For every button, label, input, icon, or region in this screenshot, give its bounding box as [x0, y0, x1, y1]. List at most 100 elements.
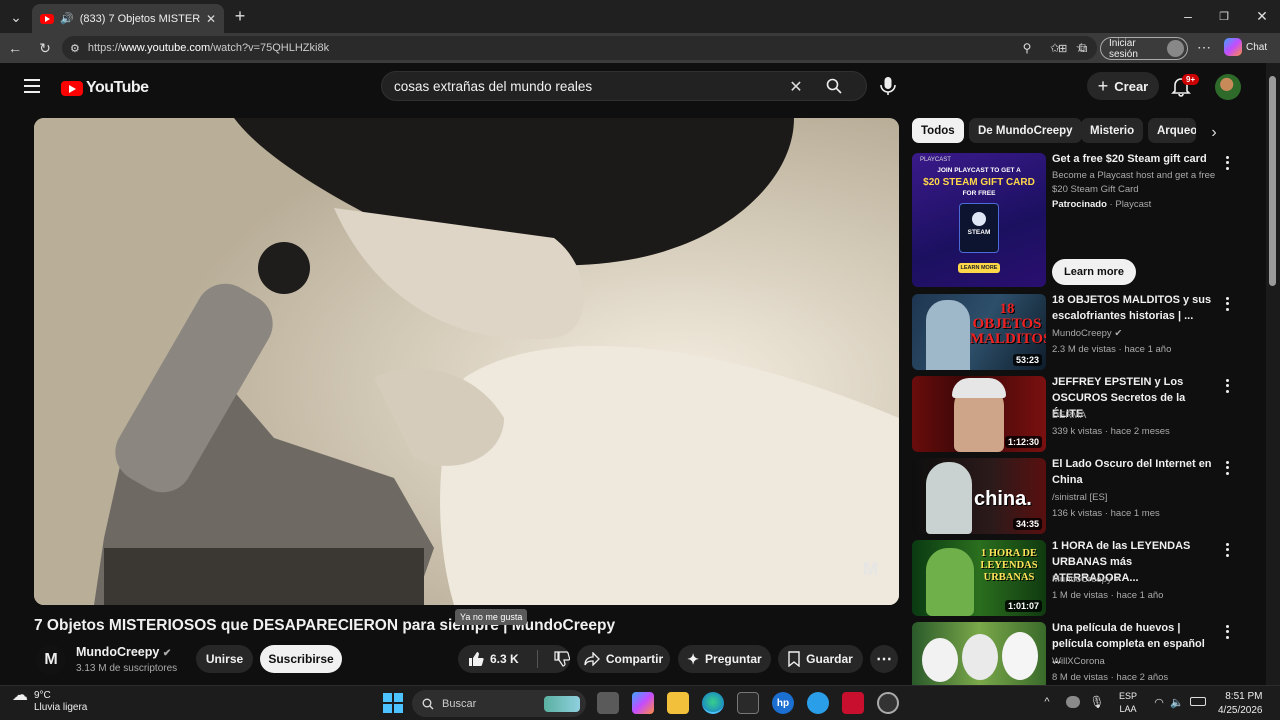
- search-icon[interactable]: [826, 78, 842, 94]
- chip-arqueologia[interactable]: Arqueo: [1148, 118, 1196, 143]
- copilot-app-icon[interactable]: [632, 692, 654, 714]
- recommended-video[interactable]: 1:12:30 JEFFREY EPSTEIN y Los OSCUROS Se…: [912, 376, 1242, 452]
- favorites-icon[interactable]: ✩: [1046, 39, 1064, 57]
- ad-thumbnail[interactable]: PLAYCAST JOIN PLAYCAST TO GET A $20 STEA…: [912, 153, 1046, 287]
- language-indicator[interactable]: ESP LAA: [1119, 690, 1137, 716]
- video-thumbnail[interactable]: 18 OBJETOS MALDITOS 53:23: [912, 294, 1046, 370]
- voice-search-icon[interactable]: [878, 75, 898, 97]
- restore-icon[interactable]: ❐: [1216, 8, 1232, 24]
- signin-button[interactable]: Iniciar sesión: [1100, 37, 1188, 60]
- browser-tab-bar: ⌄ 🔊 (833) 7 Objetos MISTERIOSOS ✕ + – ❐ …: [0, 0, 1280, 33]
- account-avatar[interactable]: [1215, 74, 1241, 100]
- search-input[interactable]: [394, 78, 784, 94]
- channel-name[interactable]: WillXCorona: [1052, 656, 1105, 667]
- video-thumbnail[interactable]: china. 34:35: [912, 458, 1046, 534]
- wifi-icon[interactable]: ◠: [1152, 695, 1166, 709]
- volume-icon[interactable]: 🔈: [1170, 695, 1184, 709]
- video-menu-icon[interactable]: [1222, 542, 1232, 558]
- collections-icon[interactable]: ⧉: [1074, 39, 1092, 57]
- microsoft-store-icon[interactable]: [737, 692, 759, 714]
- chip-misterio[interactable]: Misterio: [1081, 118, 1144, 143]
- taskbar-search[interactable]: Buscar: [412, 690, 586, 717]
- video-menu-icon[interactable]: [1222, 378, 1232, 394]
- save-button[interactable]: Guardar: [778, 645, 863, 673]
- close-tab-icon[interactable]: ✕: [206, 12, 216, 26]
- search-icon: [422, 698, 434, 709]
- chips-next-chevron-icon[interactable]: ›: [1206, 124, 1222, 142]
- tab-actions-chevron-icon[interactable]: ⌄: [6, 8, 26, 26]
- ad-learn-more-button[interactable]: Learn more: [1052, 259, 1136, 285]
- recommended-video[interactable]: Una película de huevos | película comple…: [912, 622, 1242, 685]
- speaker-icon[interactable]: 🔊: [60, 12, 74, 25]
- video-menu-icon[interactable]: [1222, 624, 1232, 640]
- save-label: Guardar: [806, 652, 853, 666]
- channel-name[interactable]: MundoCreepy ✔: [1052, 328, 1122, 339]
- channel-name[interactable]: MundoCreepy ✔: [76, 645, 171, 659]
- scrollbar-thumb[interactable]: [1269, 76, 1276, 286]
- share-label: Compartir: [605, 652, 664, 666]
- clear-search-icon[interactable]: ✕: [786, 77, 806, 97]
- temperature: 9°C: [34, 690, 51, 701]
- channel-watermark[interactable]: M: [863, 559, 885, 579]
- ad-menu-icon[interactable]: [1222, 155, 1232, 171]
- new-tab-icon[interactable]: +: [232, 6, 248, 26]
- extensions-icon[interactable]: ⚲: [1018, 39, 1036, 57]
- mcafee-icon[interactable]: [842, 692, 864, 714]
- minimize-icon[interactable]: –: [1180, 8, 1196, 24]
- show-hidden-icons-chevron-icon[interactable]: ^: [1040, 695, 1054, 709]
- more-horizontal-icon: ⋯: [876, 651, 892, 668]
- subscribe-button[interactable]: Suscribirse: [260, 645, 342, 673]
- file-explorer-icon[interactable]: [667, 692, 689, 714]
- copilot-chat-button[interactable]: Chat: [1224, 38, 1267, 56]
- dislike-button[interactable]: [554, 651, 570, 667]
- hp-app-icon[interactable]: hp: [772, 692, 794, 714]
- thumb-text: 18 OBJETOS MALDITOS: [970, 301, 1046, 347]
- reload-icon[interactable]: ↻: [36, 39, 54, 57]
- microphone-icon[interactable]: 🎙: [1089, 694, 1104, 710]
- video-thumbnail[interactable]: 1 HORA DE LEYENDAS URBANAS 1:01:07: [912, 540, 1046, 616]
- search-box[interactable]: ✕: [381, 71, 867, 101]
- youtube-logo[interactable]: YouTube: [61, 79, 149, 97]
- weather-widget[interactable]: ☁ 9°C Lluvia ligera: [12, 688, 87, 714]
- task-view-icon[interactable]: [597, 692, 619, 714]
- language-code: ESP: [1119, 691, 1138, 701]
- edge-browser-icon[interactable]: [702, 692, 724, 714]
- close-window-icon[interactable]: ✕: [1254, 8, 1270, 24]
- video-menu-icon[interactable]: [1222, 460, 1232, 476]
- logo-text: YouTube: [86, 79, 149, 96]
- site-info-icon[interactable]: ⚙: [70, 42, 80, 55]
- chip-de-mundocreepy[interactable]: De MundoCreepy: [969, 118, 1082, 143]
- address-bar[interactable]: ⚙ https://www.youtube.com/watch?v=75QHLH…: [62, 36, 1097, 60]
- battery-icon[interactable]: [1190, 697, 1206, 706]
- video-menu-icon[interactable]: [1222, 296, 1232, 312]
- weather-app-icon[interactable]: [807, 692, 829, 714]
- back-icon[interactable]: ←: [6, 39, 24, 57]
- system-clock[interactable]: 8:51 PM 4/25/2026: [1218, 690, 1263, 718]
- channel-avatar[interactable]: M: [36, 645, 66, 675]
- settings-app-icon[interactable]: [877, 692, 899, 714]
- more-options-icon[interactable]: ⋯: [1196, 38, 1212, 56]
- browser-tab-active[interactable]: 🔊 (833) 7 Objetos MISTERIOSOS ✕: [32, 4, 224, 33]
- recommended-video[interactable]: china. 34:35 El Lado Oscuro del Internet…: [912, 458, 1242, 534]
- recommended-video[interactable]: 18 OBJETOS MALDITOS 53:23 18 OBJETOS MAL…: [912, 294, 1242, 370]
- more-actions-button[interactable]: ⋯: [870, 645, 898, 673]
- recommended-video[interactable]: 1 HORA DE LEYENDAS URBANAS 1:01:07 1 HOR…: [912, 540, 1242, 616]
- video-player[interactable]: M: [34, 118, 899, 605]
- sponsored-ad[interactable]: PLAYCAST JOIN PLAYCAST TO GET A $20 STEA…: [912, 153, 1242, 288]
- like-button[interactable]: 6.3 K: [468, 651, 519, 667]
- join-label: Unirse: [205, 652, 244, 666]
- chip-todos[interactable]: Todos: [912, 118, 964, 143]
- create-button[interactable]: + Crear: [1087, 72, 1159, 100]
- ad-thumb-line1: JOIN PLAYCAST TO GET A: [937, 167, 1021, 174]
- join-button[interactable]: Unirse: [196, 645, 253, 673]
- channel-name[interactable]: DERMA: [1052, 410, 1086, 421]
- channel-name[interactable]: /sinistral [ES]: [1052, 492, 1107, 503]
- ask-button[interactable]: ✦ Preguntar: [678, 645, 771, 673]
- channel-name[interactable]: MundoCreepy ✔: [1052, 574, 1122, 585]
- menu-hamburger-icon[interactable]: [24, 79, 40, 93]
- windows-start-icon[interactable]: [383, 693, 403, 713]
- share-button[interactable]: Compartir: [577, 645, 670, 673]
- onedrive-icon[interactable]: [1066, 696, 1080, 708]
- video-thumbnail[interactable]: 1:12:30: [912, 376, 1046, 452]
- video-thumbnail[interactable]: [912, 622, 1046, 685]
